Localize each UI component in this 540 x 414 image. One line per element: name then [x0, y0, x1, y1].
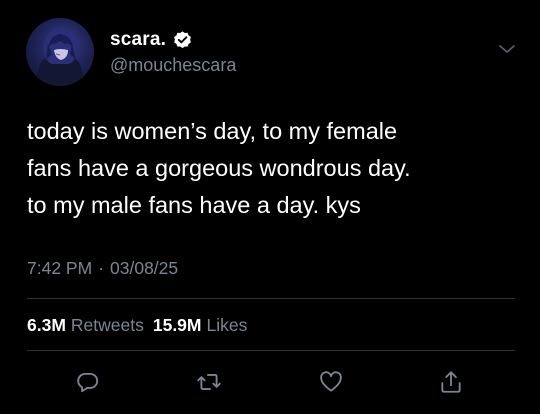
like-button[interactable] [317, 368, 345, 396]
divider [27, 350, 515, 351]
tweet-text: today is women’s day, to my female fans … [27, 118, 411, 218]
meta-separator: · [98, 258, 105, 278]
author-name-row: scara. [110, 28, 193, 52]
tweet-date: 03/08/25 [110, 258, 179, 278]
tweet-stats: 6.3M Retweets 15.9M Likes [27, 315, 247, 336]
author-handle[interactable]: @mouchescara [110, 55, 236, 76]
divider [27, 298, 515, 299]
tweet: scara. @mouchescara today is women’s day… [0, 0, 540, 414]
likes-label: Likes [206, 315, 248, 335]
retweet-button[interactable] [195, 368, 223, 396]
share-icon [438, 369, 464, 395]
share-button[interactable] [437, 368, 465, 396]
reply-icon [75, 369, 101, 395]
retweets-label: Retweets [70, 315, 144, 335]
avatar[interactable] [26, 18, 94, 86]
retweets-stat[interactable]: 6.3M Retweets [27, 315, 144, 336]
verified-badge-icon [172, 30, 193, 51]
likes-stat[interactable]: 15.9M Likes [153, 315, 248, 336]
tweet-timestamp[interactable]: 7:42 PM · 03/08/25 [27, 258, 178, 279]
avatar-image [34, 28, 86, 86]
retweets-count: 6.3M [27, 315, 66, 335]
likes-count: 15.9M [152, 315, 202, 335]
heart-icon [318, 369, 344, 395]
tweet-time: 7:42 PM [27, 258, 93, 278]
retweet-icon [196, 369, 222, 395]
chevron-down-icon[interactable] [497, 42, 517, 56]
author-display-name[interactable]: scara. [110, 29, 166, 51]
reply-button[interactable] [74, 368, 102, 396]
tweet-actions [0, 368, 540, 398]
